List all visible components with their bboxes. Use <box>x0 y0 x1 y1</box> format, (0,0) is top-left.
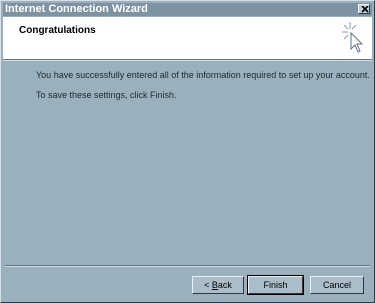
footer-divider-highlight <box>5 266 370 267</box>
body-text-success: You have successfully entered all of the… <box>36 70 370 80</box>
cancel-button[interactable]: Cancel <box>310 276 364 294</box>
wizard-header: Congratulations <box>3 17 372 59</box>
window-title: Internet Connection Wizard <box>5 3 148 15</box>
close-icon <box>361 6 369 13</box>
wizard-window: Internet Connection Wizard Congratulatio… <box>0 0 375 303</box>
back-button[interactable]: < Back <box>192 276 244 294</box>
body-text-instruction: To save these settings, click Finish. <box>36 90 177 100</box>
back-arrow: < <box>204 280 210 290</box>
back-label: ack <box>217 280 232 290</box>
page-title: Congratulations <box>19 25 96 36</box>
title-bar[interactable]: Internet Connection Wizard <box>3 3 372 16</box>
finish-button[interactable]: Finish <box>247 275 304 295</box>
close-button[interactable] <box>358 4 370 14</box>
wizard-star-cursor-icon <box>342 22 364 53</box>
header-divider-highlight <box>3 60 372 61</box>
